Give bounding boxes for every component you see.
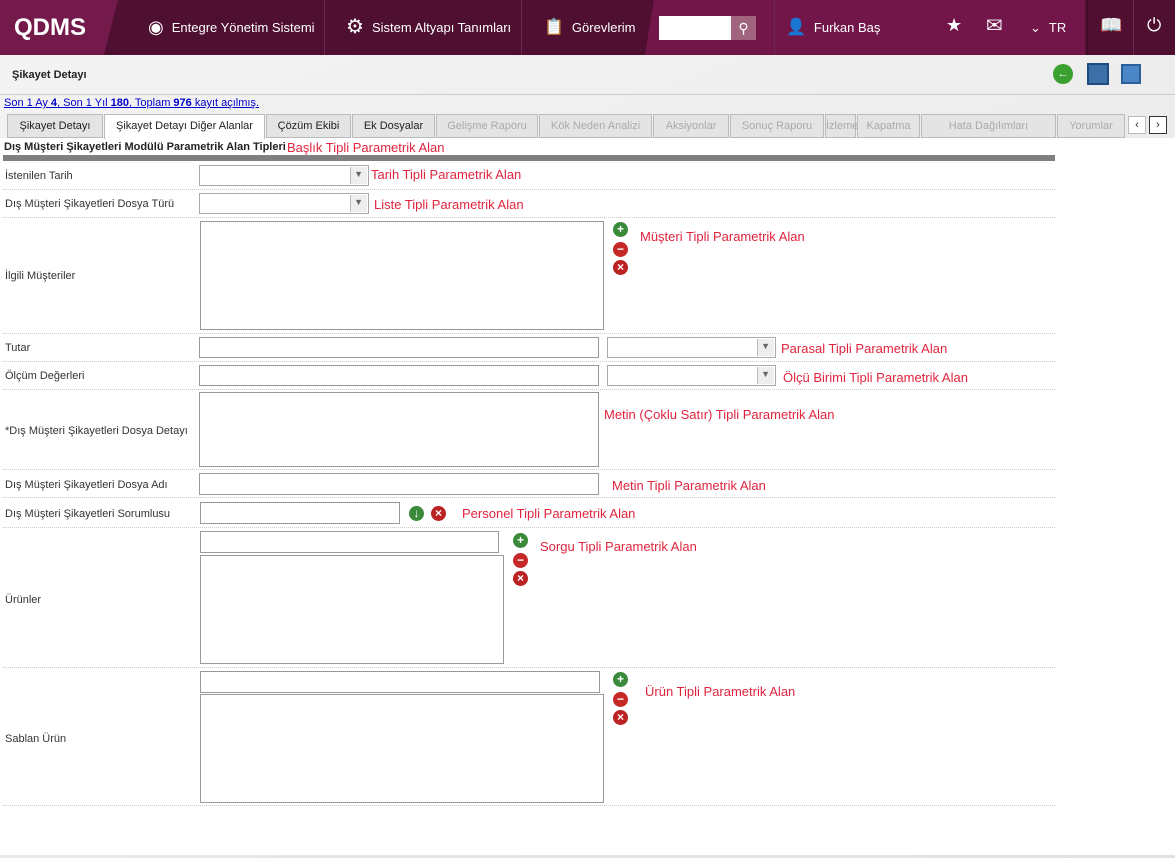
add-icon[interactable]: + [613,672,628,687]
search-input[interactable] [659,16,731,40]
search-button[interactable]: ⚲ [731,16,756,40]
chevron-down-icon: ▼ [761,369,770,379]
field-label: Dış Müşteri Şikayetleri Dosya Türü [5,198,175,210]
chevron-down-icon: ▼ [354,169,363,179]
annotation: Metin (Çoklu Satır) Tipli Parametrik Ala… [604,407,835,422]
field-label: İlgili Müşteriler [5,270,76,282]
save-all-button[interactable] [1087,63,1109,85]
measurement-input[interactable] [199,365,599,386]
tab-aksiyonlar[interactable]: Aksiyonlar [653,114,729,138]
select-down-icon[interactable]: ↓ [409,506,424,521]
nav-entegre[interactable]: ◉ Entegre Yönetim Sistemi [148,0,315,55]
manual-icon[interactable]: 📖 [1100,15,1122,36]
tab-hata-dagilimlari[interactable]: Hata Dağılımları [921,114,1056,138]
stats-link[interactable]: Son 1 Ay 4, Son 1 Yıl 180, Toplam 976 ka… [4,97,259,109]
power-icon[interactable]: ⏻ [1147,15,1161,36]
clear-icon[interactable]: × [431,506,446,521]
field-label: Dış Müşteri Şikayetleri Dosya Adı [5,479,168,491]
annotation: Sorgu Tipli Parametrik Alan [540,539,697,554]
add-icon[interactable]: + [513,533,528,548]
products-query-input[interactable] [200,531,499,553]
tab-kapatma[interactable]: Kapatma [857,114,920,138]
tab-sikayet-detayi[interactable]: Şikayet Detayı [7,114,103,138]
unit-select[interactable]: ▼ [607,365,776,386]
amount-input[interactable] [199,337,599,358]
section-divider [3,155,1055,161]
qdms-logo[interactable]: QDMS [0,0,118,55]
q-icon: ◉ [148,17,164,37]
annotation: Metin Tipli Parametrik Alan [612,478,766,493]
tab-diger-alanlar[interactable]: Şikayet Detayı Diğer Alanlar [104,114,265,139]
language-select[interactable]: ⌄ TR [1030,0,1066,55]
field-label: Tutar [5,342,31,354]
field-label: *Dış Müşteri Şikayetleri Dosya Detayı [5,425,188,437]
tab-sonuc-raporu[interactable]: Sonuç Raporu [730,114,824,138]
tab-kok-neden[interactable]: Kök Neden Analizi [539,114,652,138]
clear-icon[interactable]: × [613,260,628,275]
search-icon: ⚲ [738,20,749,36]
mail-icon[interactable]: ✉ [986,13,1003,38]
annotation: Liste Tipli Parametrik Alan [374,197,524,212]
field-label: İstenilen Tarih [5,170,73,182]
file-type-select[interactable]: ▼ [199,193,369,214]
remove-icon[interactable]: − [613,692,628,707]
product-list[interactable] [200,694,604,803]
tab-gelisme-raporu[interactable]: Gelişme Raporu [436,114,538,138]
customers-list[interactable] [200,221,604,330]
nav-gorevlerim[interactable]: 📋 Görevlerim [544,0,636,55]
chevron-right-icon: › [1156,119,1160,131]
product-input[interactable] [200,671,600,693]
section-title: Dış Müşteri Şikayetleri Modülü Parametri… [4,141,286,153]
tab-ek-dosyalar[interactable]: Ek Dosyalar [352,114,435,138]
gear-icon: ⚙ [346,16,364,38]
file-detail-textarea[interactable] [199,392,599,467]
clear-icon[interactable]: × [613,710,628,725]
tabs-prev-button[interactable]: ‹ [1128,116,1146,134]
annotation: Ürün Tipli Parametrik Alan [645,684,796,699]
field-label: Ölçüm Değerleri [5,370,85,382]
tab-izleme[interactable]: İzleme [825,114,858,138]
annotation: Müşteri Tipli Parametrik Alan [640,229,805,244]
user-icon: 👤 [786,19,806,36]
nav-sistem[interactable]: ⚙ Sistem Altyapı Tanımları [346,0,511,55]
save-button[interactable] [1121,64,1141,84]
back-button[interactable]: ← [1053,64,1073,84]
clipboard-icon: 📋 [544,19,564,36]
field-label: Ürünler [5,594,42,606]
responsible-input[interactable] [200,502,400,524]
tabs-next-button[interactable]: › [1149,116,1167,134]
annotation: Parasal Tipli Parametrik Alan [781,341,948,356]
currency-select[interactable]: ▼ [607,337,776,358]
arrow-left-icon: ← [1057,68,1069,80]
file-name-input[interactable] [199,473,599,495]
chevron-down-icon: ▼ [761,341,770,351]
products-list[interactable] [200,555,504,664]
date-picker[interactable]: ▼ [199,165,369,186]
clear-icon[interactable]: × [513,571,528,586]
user-menu[interactable]: 👤 Furkan Baş [786,0,880,55]
annotation: Tarih Tipli Parametrik Alan [371,167,522,182]
tab-cozum-ekibi[interactable]: Çözüm Ekibi [266,114,351,138]
field-label: Dış Müşteri Şikayetleri Sorumlusu [5,508,171,520]
field-label: Sablan Ürün [5,733,67,745]
star-icon[interactable]: ★ [946,15,962,36]
annotation: Personel Tipli Parametrik Alan [462,506,636,521]
page-title: Şikayet Detayı [12,69,87,81]
tab-yorumlar[interactable]: Yorumlar [1057,114,1125,138]
chevron-left-icon: ‹ [1135,119,1139,131]
add-icon[interactable]: + [613,222,628,237]
chevron-down-icon: ⌄ [1030,20,1041,35]
remove-icon[interactable]: − [513,553,528,568]
remove-icon[interactable]: − [613,242,628,257]
annotation: Ölçü Birimi Tipli Parametrik Alan [783,370,968,385]
top-header: QDMS ◉ Entegre Yönetim Sistemi ⚙ Sistem Al… [0,0,1175,55]
annotation: Başlık Tipli Parametrik Alan [287,140,445,155]
chevron-down-icon: ▼ [354,197,363,207]
